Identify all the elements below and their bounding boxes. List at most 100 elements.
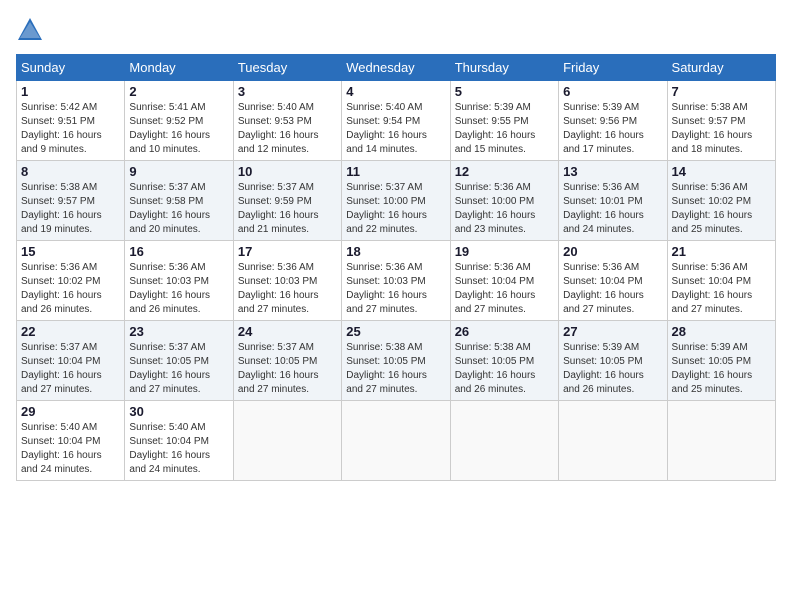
calendar-week-row: 1 Sunrise: 5:42 AM Sunset: 9:51 PM Daylig… bbox=[17, 81, 776, 161]
calendar-table: SundayMondayTuesdayWednesdayThursdayFrid… bbox=[16, 54, 776, 481]
day-number: 9 bbox=[129, 164, 228, 179]
calendar-cell bbox=[667, 401, 775, 481]
day-number: 12 bbox=[455, 164, 554, 179]
day-number: 22 bbox=[21, 324, 120, 339]
calendar-cell: 7Sunrise: 5:38 AM Sunset: 9:57 PM Daylig… bbox=[667, 81, 775, 161]
calendar-cell: 10 Sunrise: 5:37 AM Sunset: 9:59 PM Dayli… bbox=[233, 161, 341, 241]
calendar-cell: 13 Sunrise: 5:36 AM Sunset: 10:01 PM Dayl… bbox=[559, 161, 667, 241]
calendar-cell bbox=[559, 401, 667, 481]
day-info: Sunrise: 5:36 AM Sunset: 10:02 PM Daylig… bbox=[21, 261, 120, 317]
calendar-cell: 14Sunrise: 5:36 AM Sunset: 10:02 PM Dayl… bbox=[667, 161, 775, 241]
calendar-body: 1 Sunrise: 5:42 AM Sunset: 9:51 PM Daylig… bbox=[17, 81, 776, 481]
calendar-cell: 15Sunrise: 5:36 AM Sunset: 10:02 PM Dayl… bbox=[17, 241, 125, 321]
header bbox=[16, 16, 776, 44]
calendar-cell: 29 Sunrise: 5:40 AM Sunset: 10:04 PM Dayl… bbox=[17, 401, 125, 481]
day-info: Sunrise: 5:37 AM Sunset: 10:05 PM Daylig… bbox=[129, 341, 228, 397]
day-info: Sunrise: 5:42 AM Sunset: 9:51 PM Dayligh… bbox=[21, 101, 120, 157]
day-info: Sunrise: 5:38 AM Sunset: 9:57 PM Dayligh… bbox=[672, 101, 771, 157]
day-number: 28 bbox=[672, 324, 771, 339]
day-number: 21 bbox=[672, 244, 771, 259]
calendar-cell: 30 Sunrise: 5:40 AM Sunset: 10:04 PM Dayl… bbox=[125, 401, 233, 481]
calendar-cell: 17 Sunrise: 5:36 AM Sunset: 10:03 PM Dayl… bbox=[233, 241, 341, 321]
day-info: Sunrise: 5:37 AM Sunset: 10:05 PM Daylig… bbox=[238, 341, 337, 397]
logo-icon bbox=[16, 16, 44, 44]
calendar-cell: 1 Sunrise: 5:42 AM Sunset: 9:51 PM Daylig… bbox=[17, 81, 125, 161]
calendar-cell: 22Sunrise: 5:37 AM Sunset: 10:04 PM Dayl… bbox=[17, 321, 125, 401]
calendar-cell: 18 Sunrise: 5:36 AM Sunset: 10:03 PM Dayl… bbox=[342, 241, 450, 321]
weekday-header: Sunday bbox=[17, 55, 125, 81]
calendar-cell: 26 Sunrise: 5:38 AM Sunset: 10:05 PM Dayl… bbox=[450, 321, 558, 401]
day-info: Sunrise: 5:39 AM Sunset: 10:05 PM Daylig… bbox=[672, 341, 771, 397]
day-info: Sunrise: 5:36 AM Sunset: 10:00 PM Daylig… bbox=[455, 181, 554, 237]
day-info: Sunrise: 5:40 AM Sunset: 10:04 PM Daylig… bbox=[129, 421, 228, 477]
weekday-header: Wednesday bbox=[342, 55, 450, 81]
calendar-week-row: 8Sunrise: 5:38 AM Sunset: 9:57 PM Daylig… bbox=[17, 161, 776, 241]
calendar-cell: 24 Sunrise: 5:37 AM Sunset: 10:05 PM Dayl… bbox=[233, 321, 341, 401]
calendar-cell: 28 Sunrise: 5:39 AM Sunset: 10:05 PM Dayl… bbox=[667, 321, 775, 401]
calendar-cell: 23 Sunrise: 5:37 AM Sunset: 10:05 PM Dayl… bbox=[125, 321, 233, 401]
day-number: 3 bbox=[238, 84, 337, 99]
day-number: 16 bbox=[129, 244, 228, 259]
day-number: 4 bbox=[346, 84, 445, 99]
calendar-cell: 12 Sunrise: 5:36 AM Sunset: 10:00 PM Dayl… bbox=[450, 161, 558, 241]
calendar-cell: 19 Sunrise: 5:36 AM Sunset: 10:04 PM Dayl… bbox=[450, 241, 558, 321]
calendar-cell: 20 Sunrise: 5:36 AM Sunset: 10:04 PM Dayl… bbox=[559, 241, 667, 321]
calendar-cell: 3Sunrise: 5:40 AM Sunset: 9:53 PM Daylig… bbox=[233, 81, 341, 161]
day-info: Sunrise: 5:39 AM Sunset: 9:55 PM Dayligh… bbox=[455, 101, 554, 157]
calendar-cell: 4 Sunrise: 5:40 AM Sunset: 9:54 PM Daylig… bbox=[342, 81, 450, 161]
day-number: 1 bbox=[21, 84, 120, 99]
calendar-cell bbox=[450, 401, 558, 481]
day-info: Sunrise: 5:41 AM Sunset: 9:52 PM Dayligh… bbox=[129, 101, 228, 157]
day-number: 24 bbox=[238, 324, 337, 339]
calendar-cell: 6 Sunrise: 5:39 AM Sunset: 9:56 PM Daylig… bbox=[559, 81, 667, 161]
weekday-header: Friday bbox=[559, 55, 667, 81]
day-info: Sunrise: 5:39 AM Sunset: 9:56 PM Dayligh… bbox=[563, 101, 662, 157]
calendar-cell: 5 Sunrise: 5:39 AM Sunset: 9:55 PM Daylig… bbox=[450, 81, 558, 161]
weekday-header: Tuesday bbox=[233, 55, 341, 81]
weekday-header: Saturday bbox=[667, 55, 775, 81]
calendar-header-row: SundayMondayTuesdayWednesdayThursdayFrid… bbox=[17, 55, 776, 81]
calendar-cell bbox=[233, 401, 341, 481]
day-info: Sunrise: 5:36 AM Sunset: 10:03 PM Daylig… bbox=[346, 261, 445, 317]
day-info: Sunrise: 5:40 AM Sunset: 9:54 PM Dayligh… bbox=[346, 101, 445, 157]
calendar-cell: 2Sunrise: 5:41 AM Sunset: 9:52 PM Daylig… bbox=[125, 81, 233, 161]
day-info: Sunrise: 5:39 AM Sunset: 10:05 PM Daylig… bbox=[563, 341, 662, 397]
day-info: Sunrise: 5:38 AM Sunset: 9:57 PM Dayligh… bbox=[21, 181, 120, 237]
day-number: 30 bbox=[129, 404, 228, 419]
day-info: Sunrise: 5:37 AM Sunset: 10:00 PM Daylig… bbox=[346, 181, 445, 237]
day-number: 18 bbox=[346, 244, 445, 259]
day-number: 10 bbox=[238, 164, 337, 179]
day-info: Sunrise: 5:38 AM Sunset: 10:05 PM Daylig… bbox=[346, 341, 445, 397]
calendar-cell: 16 Sunrise: 5:36 AM Sunset: 10:03 PM Dayl… bbox=[125, 241, 233, 321]
day-info: Sunrise: 5:37 AM Sunset: 9:58 PM Dayligh… bbox=[129, 181, 228, 237]
day-number: 27 bbox=[563, 324, 662, 339]
page: SundayMondayTuesdayWednesdayThursdayFrid… bbox=[0, 0, 792, 612]
day-number: 26 bbox=[455, 324, 554, 339]
calendar-cell: 8Sunrise: 5:38 AM Sunset: 9:57 PM Daylig… bbox=[17, 161, 125, 241]
day-number: 14 bbox=[672, 164, 771, 179]
day-number: 13 bbox=[563, 164, 662, 179]
day-info: Sunrise: 5:36 AM Sunset: 10:04 PM Daylig… bbox=[455, 261, 554, 317]
day-number: 20 bbox=[563, 244, 662, 259]
day-info: Sunrise: 5:40 AM Sunset: 10:04 PM Daylig… bbox=[21, 421, 120, 477]
day-number: 23 bbox=[129, 324, 228, 339]
day-info: Sunrise: 5:38 AM Sunset: 10:05 PM Daylig… bbox=[455, 341, 554, 397]
day-info: Sunrise: 5:36 AM Sunset: 10:03 PM Daylig… bbox=[129, 261, 228, 317]
day-number: 29 bbox=[21, 404, 120, 419]
calendar-cell: 11 Sunrise: 5:37 AM Sunset: 10:00 PM Dayl… bbox=[342, 161, 450, 241]
weekday-header: Monday bbox=[125, 55, 233, 81]
day-info: Sunrise: 5:36 AM Sunset: 10:04 PM Daylig… bbox=[563, 261, 662, 317]
day-number: 19 bbox=[455, 244, 554, 259]
day-number: 17 bbox=[238, 244, 337, 259]
day-number: 25 bbox=[346, 324, 445, 339]
day-number: 6 bbox=[563, 84, 662, 99]
day-info: Sunrise: 5:36 AM Sunset: 10:03 PM Daylig… bbox=[238, 261, 337, 317]
calendar-cell bbox=[342, 401, 450, 481]
day-number: 11 bbox=[346, 164, 445, 179]
calendar-week-row: 22Sunrise: 5:37 AM Sunset: 10:04 PM Dayl… bbox=[17, 321, 776, 401]
calendar-cell: 27 Sunrise: 5:39 AM Sunset: 10:05 PM Dayl… bbox=[559, 321, 667, 401]
day-info: Sunrise: 5:36 AM Sunset: 10:01 PM Daylig… bbox=[563, 181, 662, 237]
calendar-cell: 21Sunrise: 5:36 AM Sunset: 10:04 PM Dayl… bbox=[667, 241, 775, 321]
day-number: 5 bbox=[455, 84, 554, 99]
day-info: Sunrise: 5:37 AM Sunset: 9:59 PM Dayligh… bbox=[238, 181, 337, 237]
